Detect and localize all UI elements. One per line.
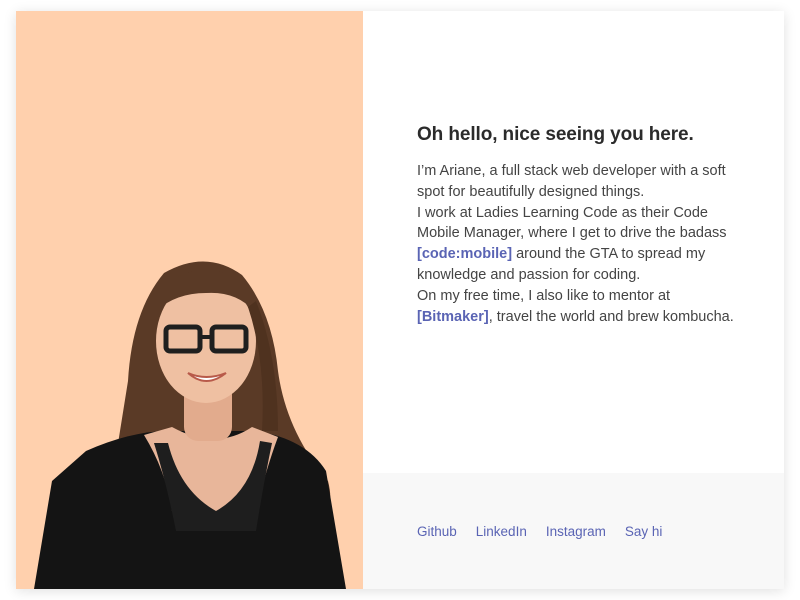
bio-text: I’m Ariane, a full stack web developer w… <box>417 161 737 327</box>
footer: Github LinkedIn Instagram Say hi <box>363 473 784 589</box>
bio-paragraph-1: I’m Ariane, a full stack web developer w… <box>417 163 726 200</box>
photo-panel <box>16 11 363 589</box>
intro-section: Oh hello, nice seeing you here. I’m Aria… <box>363 11 784 473</box>
instagram-link[interactable]: Instagram <box>546 524 606 539</box>
bio-paragraph-2: I work at Ladies Learning Code as their … <box>417 203 737 286</box>
bio-paragraph-3: On my free time, I also like to mentor a… <box>417 286 737 328</box>
bitmaker-link[interactable]: [Bitmaker] <box>417 309 489 325</box>
profile-card: Oh hello, nice seeing you here. I’m Aria… <box>16 11 784 589</box>
bio-text-segment: On my free time, I also like to mentor a… <box>417 287 671 304</box>
portrait-photo <box>16 11 363 589</box>
github-link[interactable]: Github <box>417 524 457 539</box>
code-mobile-link[interactable]: [code:mobile] <box>417 246 512 262</box>
bio-text-segment: , travel the world and brew kombucha. <box>488 308 734 325</box>
linkedin-link[interactable]: LinkedIn <box>476 524 527 539</box>
social-links: Github LinkedIn Instagram Say hi <box>417 524 662 539</box>
say-hi-link[interactable]: Say hi <box>625 524 663 539</box>
bio-text-segment: I work at Ladies Learning Code as their … <box>417 204 727 242</box>
page-title: Oh hello, nice seeing you here. <box>417 124 694 145</box>
